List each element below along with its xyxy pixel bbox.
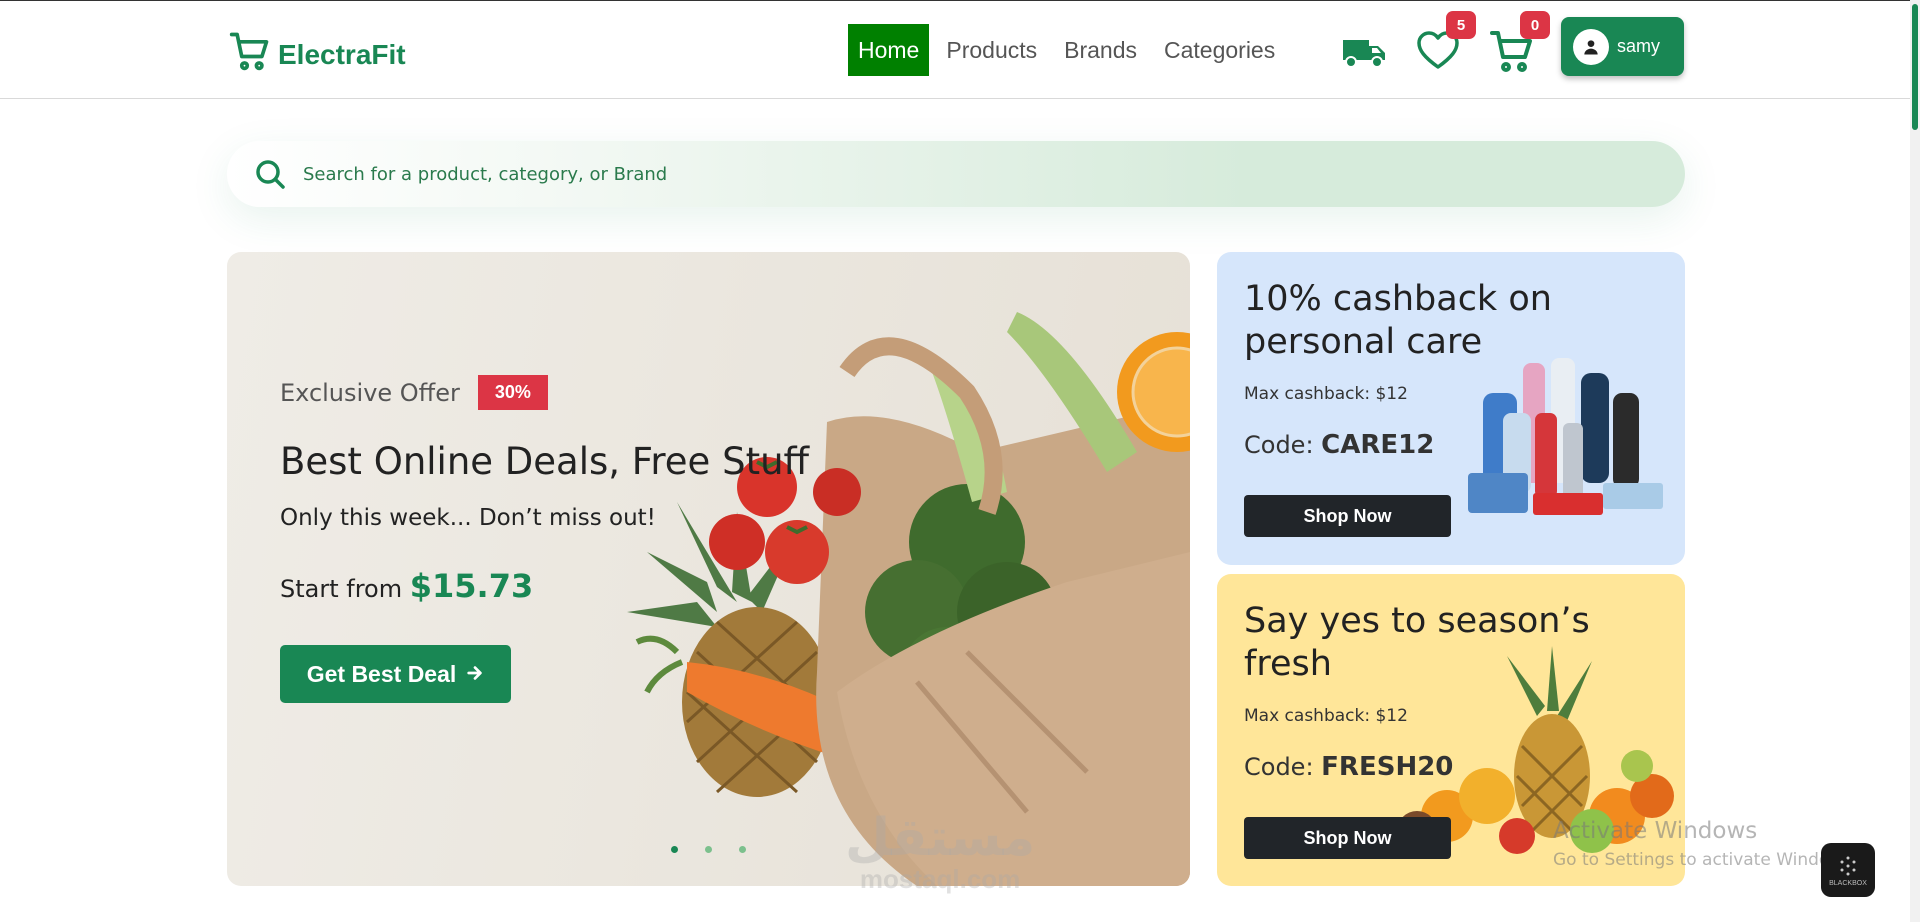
nav-link-home[interactable]: Home xyxy=(848,24,930,76)
hero-subtitle: Only this week... Don’t miss out! xyxy=(280,505,656,531)
brand-logo[interactable]: ElectraFit xyxy=(228,29,406,80)
promo-title: 10% cashback on personal care xyxy=(1244,279,1552,362)
promo-code: FRESH20 xyxy=(1321,752,1454,782)
promo-card-personal-care: 10% cashback on personal care Max cashba… xyxy=(1217,252,1685,565)
navbar: ElectraFit Home Products Brands Categori… xyxy=(0,0,1920,99)
promo-code-label: Code: xyxy=(1244,431,1314,459)
carousel-dot[interactable] xyxy=(705,846,712,853)
promo-code: CARE12 xyxy=(1321,430,1435,460)
truck-icon[interactable] xyxy=(1340,27,1388,75)
offer-badge: 30% xyxy=(477,375,548,410)
wishlist-badge: 5 xyxy=(1446,11,1476,39)
activate-windows-notice: Activate Windows Go to Settings to activ… xyxy=(1553,818,1858,870)
nav-link-brands[interactable]: Brands xyxy=(1054,24,1147,76)
cart-badge: 0 xyxy=(1520,11,1550,39)
scrollbar-thumb[interactable] xyxy=(1912,4,1918,130)
search-bar xyxy=(227,141,1685,207)
activate-windows-title: Activate Windows xyxy=(1553,818,1758,844)
hero-price-row: Start from $15.73 xyxy=(280,567,533,605)
carousel-dots xyxy=(671,846,746,853)
user-avatar-icon xyxy=(1573,28,1609,65)
watermark-domain: mostaql.com xyxy=(859,864,1021,894)
get-best-deal-button[interactable]: Get Best Deal xyxy=(280,645,511,703)
carousel-dot[interactable] xyxy=(739,846,746,853)
promo-code-row: Code: CARE12 xyxy=(1244,430,1434,460)
get-best-deal-label: Get Best Deal xyxy=(306,660,457,687)
shop-now-button[interactable]: Shop Now xyxy=(1244,817,1451,859)
shop-now-button[interactable]: Shop Now xyxy=(1244,495,1451,537)
brand-name: ElectraFit xyxy=(278,38,406,70)
mostaql-watermark: مستقل mostaql.com xyxy=(845,812,1035,894)
grocery-bag-image xyxy=(627,312,1190,886)
promo-title: Say yes to season’s fresh xyxy=(1244,601,1590,684)
search-icon[interactable] xyxy=(255,159,285,189)
arrow-right-icon xyxy=(466,661,484,688)
blackbox-label: BLACKBOX xyxy=(1829,879,1867,887)
nav-link-products[interactable]: Products xyxy=(936,24,1047,76)
hero-offer: Exclusive Offer 30% xyxy=(280,375,548,410)
wishlist-heart-icon[interactable]: 5 xyxy=(1414,11,1476,75)
promo-code-row: Code: FRESH20 xyxy=(1244,752,1453,782)
promo-max-cashback: Max cashback: $12 xyxy=(1244,384,1408,404)
promo-max-cashback: Max cashback: $12 xyxy=(1244,706,1408,726)
nav-link-categories[interactable]: Categories xyxy=(1154,24,1285,76)
hero-title: Best Online Deals, Free Stuff xyxy=(280,440,810,483)
promo-code-label: Code: xyxy=(1244,753,1314,781)
price-prefix: Start from xyxy=(280,575,403,603)
offer-label: Exclusive Offer xyxy=(280,378,460,407)
user-name: samy xyxy=(1617,36,1661,56)
hero-price: $15.73 xyxy=(409,567,534,605)
user-menu-button[interactable]: samy xyxy=(1561,17,1684,76)
search-input[interactable] xyxy=(303,141,1653,207)
nav-links: Home Products Brands Categories xyxy=(848,24,1292,76)
activate-windows-subtitle: Go to Settings to activate Windows. xyxy=(1553,850,1858,870)
personal-care-products-image xyxy=(1468,358,1663,515)
carousel-dot[interactable] xyxy=(671,846,678,853)
cart-icon[interactable]: 0 xyxy=(1488,11,1550,75)
blackbox-logo-icon xyxy=(1836,854,1860,880)
hero-banner: Exclusive Offer 30% Best Online Deals, F… xyxy=(227,252,1190,886)
watermark-arabic: مستقل xyxy=(845,808,1036,868)
cart-logo-icon xyxy=(228,29,272,80)
page-scrollbar[interactable] xyxy=(1910,0,1920,922)
blackbox-widget[interactable]: BLACKBOX xyxy=(1821,843,1875,897)
